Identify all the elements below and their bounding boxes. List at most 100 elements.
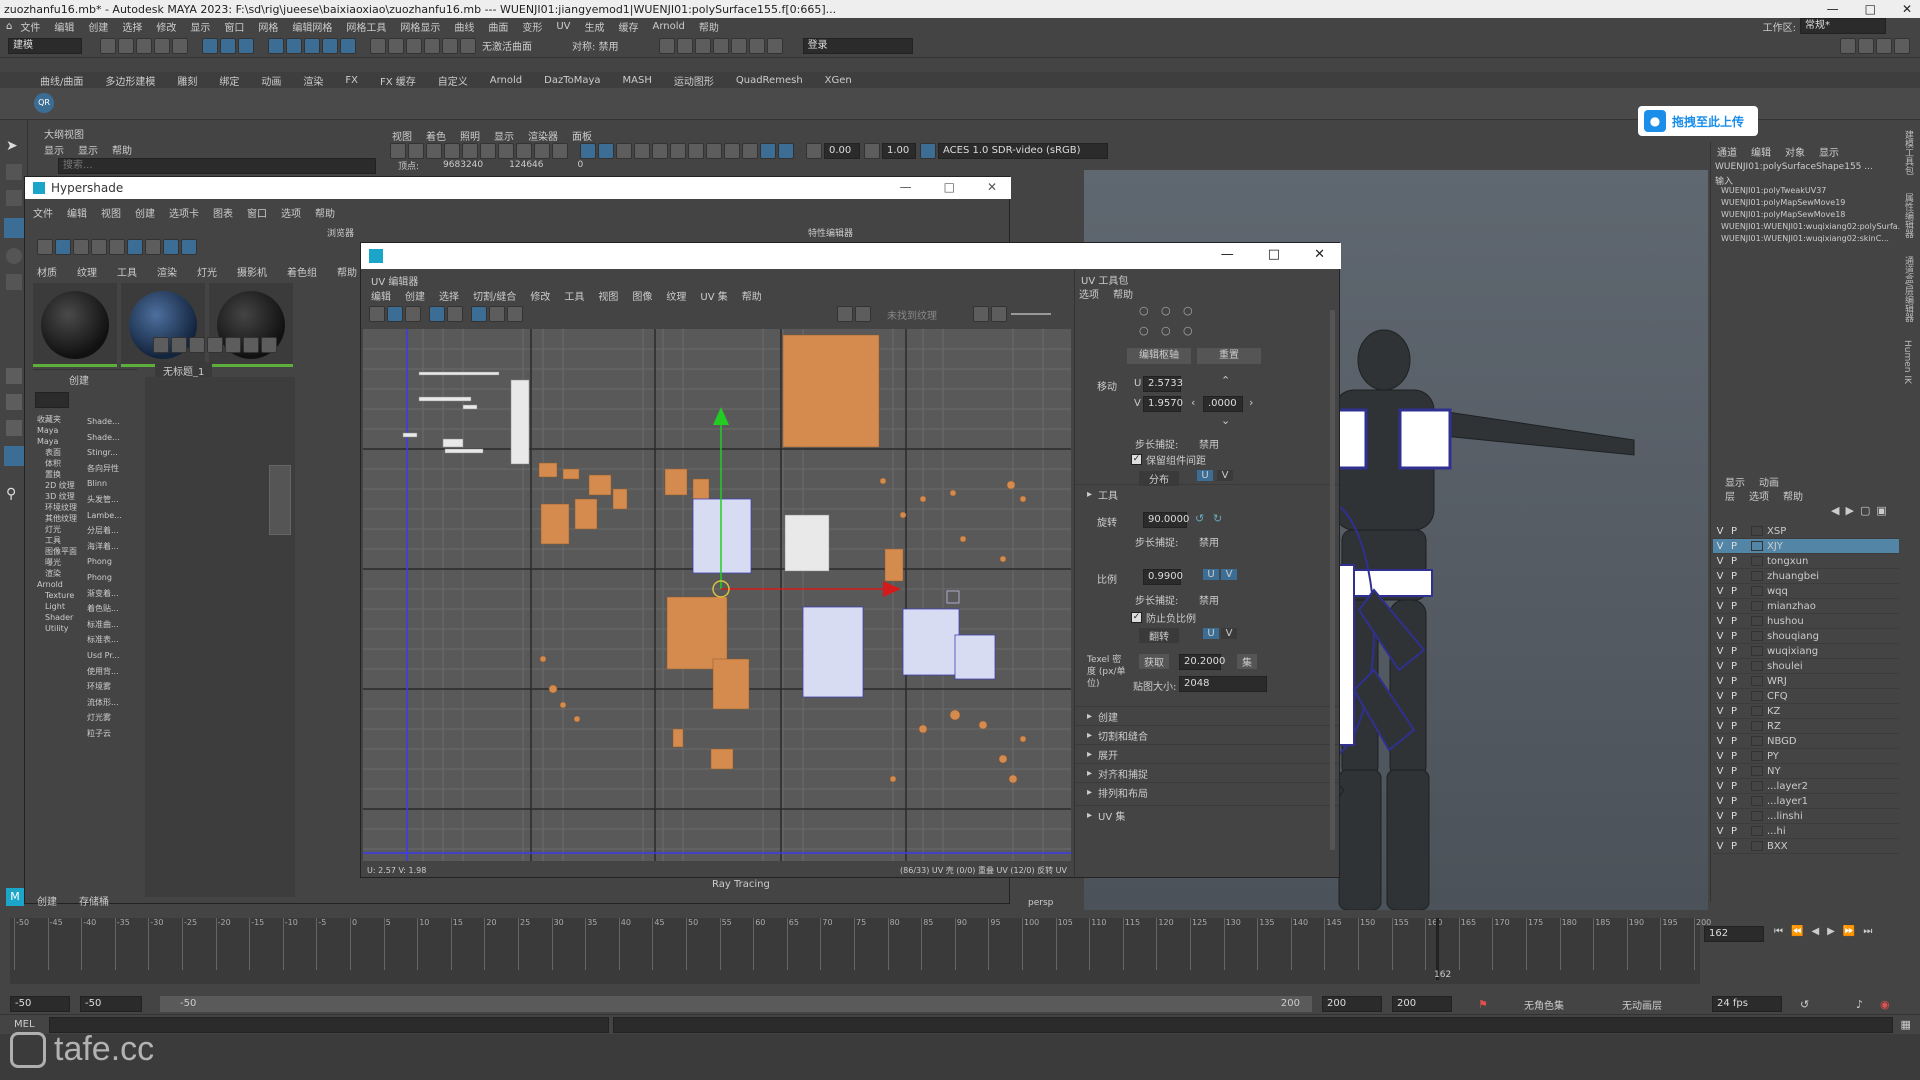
layer-row[interactable]: V P NBGD (1713, 734, 1899, 749)
render-view-icon[interactable] (730, 37, 747, 54)
layer-color-swatch[interactable] (1751, 781, 1763, 791)
create-node-item[interactable]: Usd Pr... (87, 648, 135, 664)
uv-toolkit-section[interactable]: ▸ 创建 (1075, 706, 1339, 725)
hypershade-menu-item-3[interactable]: 创建 (135, 205, 155, 220)
create-tree-item[interactable]: 收藏夹 (37, 414, 85, 425)
hs-tool-icon-9[interactable] (181, 239, 197, 255)
graph-canvas[interactable] (145, 377, 295, 897)
uv-toolkit-section[interactable]: ▸ 排列和布局 (1075, 782, 1339, 801)
layer-playback-toggle[interactable]: P (1727, 691, 1741, 702)
create-node-item[interactable]: Shade... (87, 414, 135, 430)
uv-menu-item-2[interactable]: 选择 (439, 288, 459, 303)
layer-name[interactable]: RZ (1767, 721, 1781, 732)
face-mask-icon[interactable] (304, 37, 320, 54)
shelf-tab-10[interactable]: DazToMaya (544, 75, 600, 86)
layer-color-swatch[interactable] (1751, 556, 1763, 566)
move-v-field[interactable]: 1.9570 (1143, 396, 1183, 412)
viewport-menu-item-2[interactable]: 照明 (460, 128, 480, 143)
login-field[interactable]: 登录 (802, 37, 913, 54)
hypershade-tab-5[interactable]: 摄影机 (237, 264, 267, 279)
layer-playback-toggle[interactable]: P (1727, 751, 1741, 762)
graph-tool-icon-3[interactable] (189, 337, 205, 353)
layer-row[interactable]: V P XSP (1713, 524, 1899, 539)
scale-step-snap-value[interactable]: 禁用 (1199, 592, 1219, 607)
layer-visibility-toggle[interactable]: V (1713, 796, 1727, 807)
motion-blur-icon[interactable] (724, 143, 740, 159)
layer-color-swatch[interactable] (1751, 526, 1763, 536)
menu-item-10[interactable]: 网格显示 (400, 19, 440, 34)
uv-menu-item-9[interactable]: UV 集 (700, 288, 727, 303)
menu-item-12[interactable]: 曲面 (488, 19, 508, 34)
create-node-item[interactable]: 分层着... (87, 523, 135, 539)
shelf-tab-11[interactable]: MASH (623, 75, 652, 86)
use-lights-icon[interactable] (670, 143, 686, 159)
shadows-icon[interactable] (688, 143, 704, 159)
step-back-icon[interactable]: ◀ (1811, 926, 1819, 937)
create-tree-item[interactable]: 3D 纹理 (37, 491, 85, 502)
channel-box-tab-3[interactable]: 显示 (1819, 144, 1839, 159)
layer-playback-toggle[interactable]: P (1727, 796, 1741, 807)
create-node-item[interactable]: Phong (87, 554, 135, 570)
uv-menu-item-5[interactable]: 工具 (564, 288, 584, 303)
pivot-dot-icon[interactable]: ○ (1139, 324, 1149, 337)
create-node-item[interactable]: Blinn (87, 476, 135, 492)
move-tool-icon[interactable] (4, 218, 24, 238)
attribute-editor-icon[interactable] (1858, 37, 1874, 54)
hypershade-menu-item-6[interactable]: 窗口 (247, 205, 267, 220)
graph-tool-icon-4[interactable] (207, 337, 223, 353)
pivot-dot-icon[interactable]: ○ (1161, 304, 1171, 317)
viewport-menu-item-1[interactable]: 着色 (426, 128, 446, 143)
layer-menu-item-2[interactable]: 帮助 (1783, 488, 1803, 503)
layer-visibility-toggle[interactable]: V (1713, 706, 1727, 717)
uv-wire-icon[interactable] (387, 306, 403, 322)
layer-playback-toggle[interactable]: P (1727, 661, 1741, 672)
create-node-item[interactable]: 标准曲... (87, 617, 135, 633)
layer-visibility-toggle[interactable]: V (1713, 826, 1727, 837)
layer-name[interactable]: NBGD (1767, 736, 1797, 747)
layer-color-swatch[interactable] (1751, 541, 1763, 551)
channel-box-input-node[interactable]: WUENJI01:polyMapSewMove19 (1721, 198, 1901, 210)
snap-curve-icon[interactable] (388, 37, 404, 54)
menu-item-1[interactable]: 编辑 (54, 19, 74, 34)
uv-toolkit-section[interactable]: ▸ 展开 (1075, 744, 1339, 763)
layer-color-swatch[interactable] (1751, 706, 1763, 716)
layer-color-swatch[interactable] (1751, 586, 1763, 596)
uv-menu-item-6[interactable]: 视图 (598, 288, 618, 303)
hypershade-close-icon[interactable]: ✕ (987, 180, 997, 194)
menu-item-8[interactable]: 编辑网格 (292, 19, 332, 34)
layer-visibility-toggle[interactable]: V (1713, 736, 1727, 747)
create-tree-item[interactable]: 环境纹理 (37, 502, 85, 513)
graph-tool-icon-1[interactable] (153, 337, 169, 353)
keep-spacing-checkbox[interactable]: ✓ 保留组件间距 (1131, 452, 1206, 467)
gamma-icon[interactable] (864, 143, 880, 159)
rotate-cw-icon[interactable]: ↻ (1213, 512, 1222, 525)
scale-v-button[interactable]: V (1221, 569, 1237, 580)
hs-tool-icon-8[interactable] (163, 239, 179, 255)
layer-playback-toggle[interactable]: P (1727, 556, 1741, 567)
shelf-tab-6[interactable]: FX (345, 75, 358, 86)
create-tree-item[interactable]: 体积 (37, 458, 85, 469)
menu-item-2[interactable]: 创建 (88, 19, 108, 34)
layer-visibility-toggle[interactable]: V (1713, 841, 1727, 852)
layer-visibility-toggle[interactable]: V (1713, 676, 1727, 687)
new-scene-icon[interactable] (100, 37, 116, 54)
scale-field[interactable]: 0.9900 (1143, 569, 1183, 585)
hypershade-menu-item-2[interactable]: 视图 (101, 205, 121, 220)
uv-gamma-icon[interactable] (991, 306, 1007, 322)
wireframe-icon[interactable] (580, 143, 596, 159)
gate-mask-icon[interactable] (516, 143, 532, 159)
layer-name[interactable]: wuqixiang (1767, 646, 1818, 657)
menu-item-9[interactable]: 网格工具 (346, 19, 386, 34)
pivot-dot-icon[interactable]: ○ (1161, 324, 1171, 337)
material-swatch-1[interactable] (33, 283, 117, 367)
create-search[interactable] (35, 392, 69, 408)
layer-playback-toggle[interactable]: P (1727, 631, 1741, 642)
shelf-tab-3[interactable]: 绑定 (219, 73, 239, 88)
menu-item-17[interactable]: Arnold (653, 21, 685, 32)
hypershade-icon[interactable] (712, 37, 729, 54)
sound-icon[interactable]: ♪ (1856, 998, 1863, 1011)
vertex-mask-icon[interactable] (268, 37, 284, 54)
shelf-tab-9[interactable]: Arnold (490, 75, 522, 86)
step-forward-key-icon[interactable]: ⏩ (1843, 926, 1855, 937)
layer-tab-1[interactable]: 动画 (1759, 474, 1779, 489)
